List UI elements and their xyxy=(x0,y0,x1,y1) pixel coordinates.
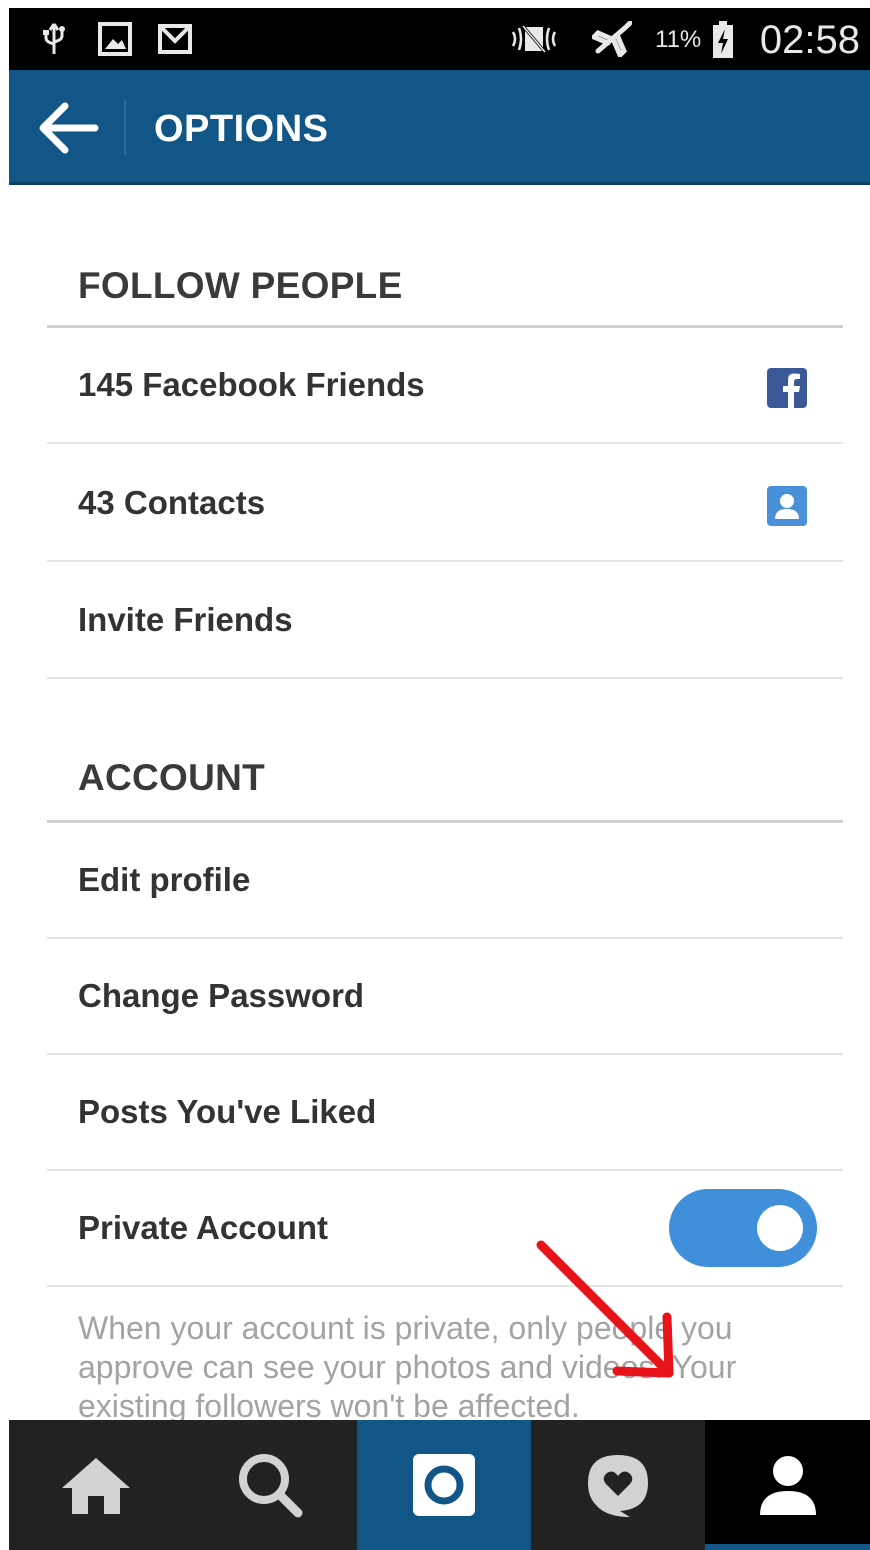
list-item-contacts[interactable]: 43 Contacts xyxy=(47,446,843,562)
list-item-facebook-friends[interactable]: 145 Facebook Friends xyxy=(47,328,843,444)
gmail-icon xyxy=(157,22,193,56)
list-item-label: 43 Contacts xyxy=(78,484,266,521)
list-item-label: Posts You've Liked xyxy=(78,1093,377,1130)
list-item-posts-liked[interactable]: Posts You've Liked xyxy=(47,1055,843,1171)
list-item-label: Invite Friends xyxy=(78,601,293,638)
app-bar-divider xyxy=(124,100,126,155)
search-icon[interactable] xyxy=(183,1420,357,1550)
usb-icon xyxy=(39,22,69,56)
list-item-invite-friends[interactable]: Invite Friends xyxy=(47,563,843,679)
toggle-knob xyxy=(757,1205,803,1251)
list-item-label: Change Password xyxy=(78,977,365,1014)
private-account-helper-text: When your account is private, only peopl… xyxy=(78,1310,737,1420)
section-heading-follow-people: FOLLOW PEOPLE xyxy=(78,265,403,306)
list-item-private-account[interactable]: Private Account xyxy=(47,1171,843,1287)
activity-icon[interactable] xyxy=(531,1420,705,1550)
home-icon[interactable] xyxy=(9,1420,183,1550)
page-title: OPTIONS xyxy=(154,108,329,150)
clock: 02:58 xyxy=(759,18,860,62)
profile-icon[interactable] xyxy=(705,1420,870,1550)
options-list[interactable]: FOLLOW PEOPLE 145 Facebook Friends 43 Co… xyxy=(9,185,870,1420)
app-bar: OPTIONS xyxy=(9,70,870,185)
camera-icon[interactable] xyxy=(357,1420,531,1550)
list-item-label: Edit profile xyxy=(78,861,251,898)
screen: 11% 02:58 OPTIONS FOLLOW PEOPLE 145 Face… xyxy=(0,0,870,1550)
contacts-icon xyxy=(767,486,807,526)
private-account-toggle[interactable] xyxy=(669,1189,817,1267)
status-bar: 11% 02:58 xyxy=(9,8,870,70)
battery-icon xyxy=(709,20,737,60)
screen-edge xyxy=(0,0,9,1550)
image-icon xyxy=(97,22,133,56)
arrow-left-icon[interactable] xyxy=(37,100,99,156)
battery-percent: 11% xyxy=(655,26,702,53)
list-item-edit-profile[interactable]: Edit profile xyxy=(47,823,843,939)
section-heading-account: ACCOUNT xyxy=(78,757,266,798)
airplane-icon xyxy=(591,21,633,57)
vibrate-icon xyxy=(509,22,559,56)
facebook-icon xyxy=(767,368,807,408)
list-item-label: Private Account xyxy=(78,1209,329,1246)
list-item-label: 145 Facebook Friends xyxy=(78,366,425,403)
bottom-nav xyxy=(9,1420,870,1550)
list-item-change-password[interactable]: Change Password xyxy=(47,939,843,1055)
